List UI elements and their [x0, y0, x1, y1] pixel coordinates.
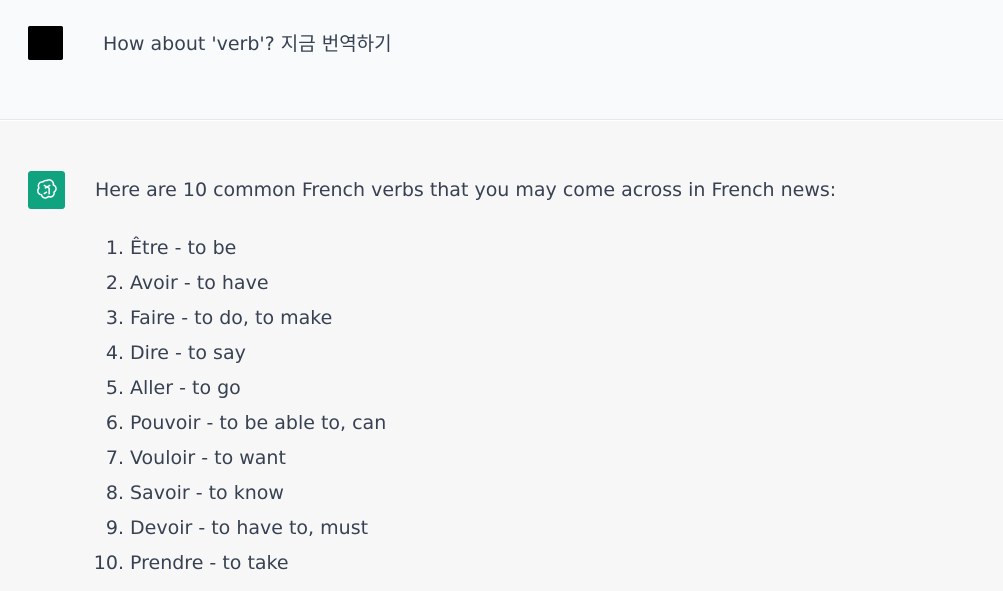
chatgpt-logo-icon	[28, 171, 65, 209]
user-avatar	[28, 26, 63, 60]
list-item-number: 3.	[105, 307, 124, 329]
list-item-number: 10.	[93, 552, 124, 574]
list-item-text: Être - to be	[130, 237, 237, 259]
user-message-text: How about 'verb'? 지금 번역하기	[103, 33, 392, 55]
list-item-text: Prendre - to take	[130, 552, 289, 574]
list-item-text: Dire - to say	[130, 342, 246, 364]
list-item-number: 1.	[105, 237, 124, 259]
assistant-message-row: Here are 10 common French verbs that you…	[0, 121, 1003, 591]
list-item-text: Faire - to do, to make	[130, 307, 333, 329]
assistant-intro-text: Here are 10 common French verbs that you…	[95, 179, 837, 201]
list-item-text: Avoir - to have	[130, 272, 269, 294]
list-item-number: 6.	[105, 412, 124, 434]
list-item-number: 7.	[105, 447, 124, 469]
list-item-text: Savoir - to know	[130, 482, 284, 504]
list-item-text: Pouvoir - to be able to, can	[130, 412, 387, 434]
list-item-number: 9.	[105, 517, 124, 539]
list-item-number: 2.	[105, 272, 124, 294]
list-item-number: 8.	[105, 482, 124, 504]
list-item-text: Vouloir - to want	[130, 447, 286, 469]
list-item-number: 5.	[105, 377, 124, 399]
list-item-text: Aller - to go	[130, 377, 241, 399]
list-item-number: 4.	[105, 342, 124, 364]
list-item-text: Devoir - to have to, must	[130, 517, 369, 539]
user-message-row: How about 'verb'? 지금 번역하기	[0, 0, 1003, 120]
